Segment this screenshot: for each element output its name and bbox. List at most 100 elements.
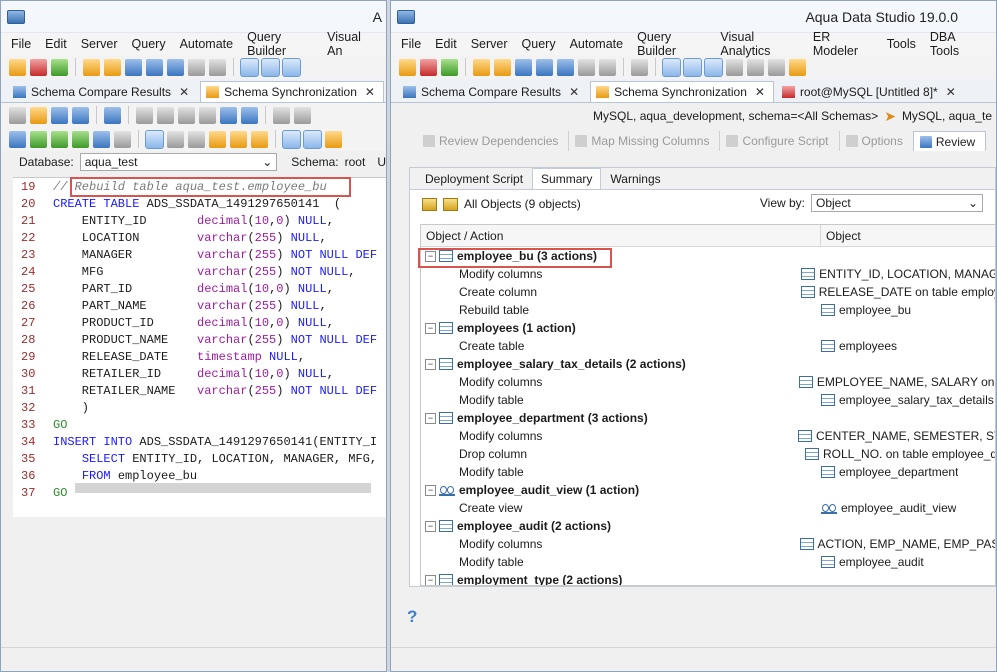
execute-all-icon[interactable] (72, 130, 89, 148)
menu-item[interactable]: Query Builder (637, 30, 706, 58)
menu-item[interactable]: Automate (570, 37, 624, 51)
wand-icon[interactable] (104, 58, 121, 76)
inner-tab[interactable]: Deployment Script (416, 168, 532, 189)
wizard-step[interactable]: Configure Script (719, 131, 838, 151)
tree-action-row[interactable]: Modify columns ACTION, EMP_NAME, EMP_PASS (421, 535, 995, 553)
execute-icon[interactable] (30, 130, 47, 148)
sql-editor[interactable]: 19// Rebuild table aqua_test.employee_bu… (13, 177, 386, 517)
redo-icon[interactable] (241, 106, 258, 124)
layout-icon[interactable] (282, 57, 301, 77)
editor-tab[interactable]: Schema Compare Results ✕ (397, 81, 588, 102)
results-icon[interactable] (145, 129, 164, 149)
layout-icon[interactable] (726, 58, 743, 76)
menu-item[interactable]: ER Modeler (813, 30, 873, 58)
print-icon[interactable] (104, 106, 121, 124)
menu-item[interactable]: DBA Tools (930, 30, 982, 58)
tree-group-row[interactable]: − employee_salary_tax_details (2 actions) (421, 355, 995, 373)
tree-group-row[interactable]: − employment_type (2 actions) (421, 571, 995, 585)
collapse-icon[interactable]: − (425, 358, 436, 370)
close-icon[interactable]: ✕ (179, 85, 189, 99)
commit-icon[interactable] (230, 130, 247, 148)
collapse-icon[interactable]: − (425, 412, 436, 424)
menu-item[interactable]: Visual An (327, 30, 372, 58)
collapse-icon[interactable]: − (425, 574, 436, 585)
schema-value[interactable]: root (345, 155, 366, 169)
menu-item[interactable]: Edit (435, 37, 457, 51)
tree-action-row[interactable]: Drop column ROLL_NO. on table employee_de (421, 445, 995, 463)
text-icon[interactable] (188, 130, 205, 148)
copy-icon[interactable] (178, 106, 195, 124)
tree-action-row[interactable]: Modify table employee_department (421, 463, 995, 481)
close-icon[interactable]: ✕ (755, 85, 765, 99)
layout-icon[interactable] (683, 57, 702, 77)
editor-tab[interactable]: Schema Compare Results ✕ (7, 81, 198, 102)
wizard-step[interactable]: Review (912, 131, 987, 151)
wizard-step[interactable]: Options (838, 131, 913, 151)
find-icon[interactable] (273, 106, 290, 124)
rollback-icon[interactable] (251, 130, 268, 148)
tree-group-row[interactable]: − employees (1 action) (421, 319, 995, 337)
split-icon[interactable] (303, 129, 322, 149)
new-connection-icon[interactable] (9, 58, 26, 76)
menu-item[interactable]: File (401, 37, 421, 51)
wizard-step[interactable]: Review Dependencies (417, 131, 568, 151)
explain-icon[interactable] (93, 130, 110, 148)
font-icon[interactable] (294, 106, 311, 124)
menu-item[interactable]: Server (471, 37, 508, 51)
editor-tab[interactable]: root@MySQL [Untitled 8]* ✕ (776, 81, 965, 102)
help-icon[interactable]: ? (407, 607, 417, 627)
chart-icon[interactable] (789, 58, 806, 76)
monitor-icon[interactable] (188, 58, 205, 76)
menu-item[interactable]: Tools (887, 37, 916, 51)
tree-action-row[interactable]: Rebuild table employee_bu (421, 301, 995, 319)
disconnect-icon[interactable] (420, 58, 437, 76)
col-object-header[interactable]: Object (821, 229, 861, 243)
layout-icon[interactable] (704, 57, 723, 77)
wand-icon[interactable] (494, 58, 511, 76)
browser-icon[interactable] (536, 58, 553, 76)
undo-icon[interactable] (220, 106, 237, 124)
expand-all-icon[interactable] (422, 197, 437, 211)
stop-icon[interactable] (114, 130, 131, 148)
refresh-icon[interactable] (51, 58, 68, 76)
tree-group-row[interactable]: − employee_audit (2 actions) (421, 517, 995, 535)
menu-item[interactable]: Edit (45, 37, 67, 51)
layout-icon[interactable] (747, 58, 764, 76)
save-as-icon[interactable] (72, 106, 89, 124)
split-icon[interactable] (282, 129, 301, 149)
collapse-icon[interactable]: − (425, 322, 436, 334)
grid-icon[interactable] (167, 130, 184, 148)
menu-item[interactable]: Query (522, 37, 556, 51)
editor-tab[interactable]: Schema Synchronization ✕ (200, 81, 384, 102)
layout-icon[interactable] (261, 57, 280, 77)
layout-icon[interactable] (240, 57, 259, 77)
tools-icon[interactable] (83, 58, 100, 76)
close-icon[interactable]: ✕ (946, 85, 956, 99)
menu-item[interactable]: File (11, 37, 31, 51)
horizontal-scrollbar[interactable] (75, 483, 371, 493)
execute-step-icon[interactable] (51, 130, 68, 148)
browser-icon[interactable] (146, 58, 163, 76)
query-icon[interactable] (125, 58, 142, 76)
cut-icon[interactable] (157, 106, 174, 124)
paste-icon[interactable] (199, 106, 216, 124)
monitor-icon[interactable] (578, 58, 595, 76)
tree-action-row[interactable]: Modify columns EMPLOYEE_NAME, SALARY on t… (421, 373, 995, 391)
database-select[interactable]: aqua_test ⌄ (79, 153, 278, 171)
new-icon[interactable] (9, 106, 26, 124)
tree-action-row[interactable]: Modify table employee_salary_tax_details (421, 391, 995, 409)
schema-icon[interactable] (557, 58, 574, 76)
layout-icon[interactable] (631, 58, 648, 76)
view-by-select[interactable]: Object ⌄ (811, 194, 983, 212)
menu-item[interactable]: Query Builder (247, 30, 313, 58)
editor-tab[interactable]: Schema Synchronization ✕ (590, 81, 774, 102)
select-icon[interactable] (136, 106, 153, 124)
layout-icon[interactable] (768, 58, 785, 76)
tree-action-row[interactable]: Create table employees (421, 337, 995, 355)
close-icon[interactable]: ✕ (569, 85, 579, 99)
layout-icon[interactable] (662, 57, 681, 77)
indent-icon[interactable] (9, 130, 26, 148)
inner-tab[interactable]: Summary (532, 168, 602, 189)
new-connection-icon[interactable] (399, 58, 416, 76)
menu-item[interactable]: Automate (180, 37, 234, 51)
